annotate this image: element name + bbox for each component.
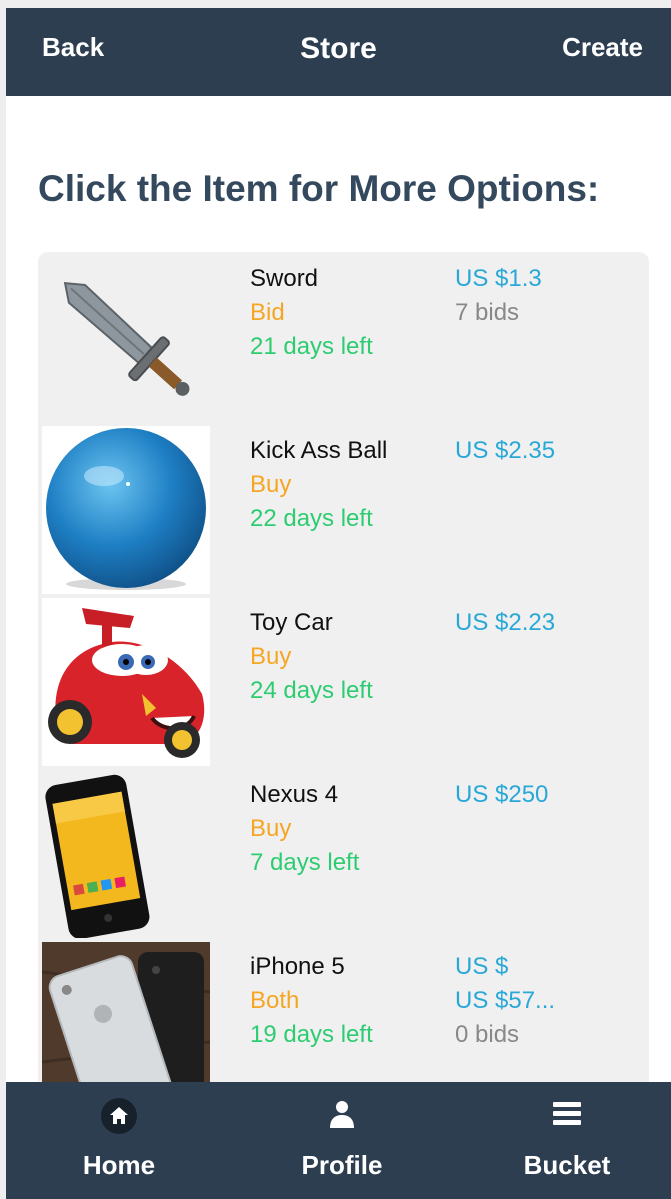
menu-icon xyxy=(456,1096,671,1132)
tab-label: Bucket xyxy=(523,1150,611,1180)
top-navigation-bar: Back Store Create xyxy=(6,8,671,96)
list-item-ball[interactable]: Kick Ass Ball Buy 22 days left US $2.35 xyxy=(38,424,649,596)
item-name: Nexus 4 xyxy=(250,781,339,808)
tab-home[interactable]: Home xyxy=(8,1082,230,1199)
item-sale-type: Both xyxy=(250,987,300,1014)
item-sale-type: Buy xyxy=(250,471,292,498)
item-price: US $2.35 xyxy=(455,437,556,464)
item-days-left: 7 days left xyxy=(250,849,360,876)
item-sale-type: Bid xyxy=(250,299,285,326)
item-prices: US $2.23 xyxy=(455,606,555,640)
create-button[interactable]: Create xyxy=(562,32,643,63)
home-icon xyxy=(8,1096,230,1134)
item-sale-type: Buy xyxy=(250,815,292,842)
item-name: Kick Ass Ball xyxy=(250,437,388,464)
bottom-tab-bar: Home Profile Bucket xyxy=(6,1082,671,1199)
item-price: US $1.3 xyxy=(455,265,542,292)
tab-profile[interactable]: Profile xyxy=(231,1082,453,1199)
item-name: iPhone 5 xyxy=(250,953,345,980)
tab-label: Home xyxy=(82,1150,156,1180)
phone-image xyxy=(42,770,210,938)
item-info: Nexus 4 Buy 7 days left xyxy=(250,778,359,880)
user-icon xyxy=(231,1096,453,1132)
ball-image xyxy=(42,426,210,594)
item-info: Sword Bid 21 days left xyxy=(250,262,373,364)
item-name: Sword xyxy=(250,265,319,292)
app-screen: Back Store Create Click the Item for Mor… xyxy=(6,8,671,1199)
item-bid-count: 0 bids xyxy=(455,1021,520,1048)
item-bid-count: 7 bids xyxy=(455,299,520,326)
tab-bucket[interactable]: Bucket xyxy=(456,1082,671,1199)
item-prices: US $2.35 xyxy=(455,434,555,468)
item-prices: US $250 xyxy=(455,778,548,812)
item-bid-price: US $57... xyxy=(455,987,556,1014)
item-name: Toy Car xyxy=(250,609,333,636)
item-price: US $250 xyxy=(455,781,549,808)
section-heading: Click the Item for More Options: xyxy=(38,168,600,209)
item-days-left: 24 days left xyxy=(250,677,373,704)
item-days-left: 19 days left xyxy=(250,1021,373,1048)
list-item-sword[interactable]: Sword Bid 21 days left US $1.3 7 bids xyxy=(38,252,649,424)
item-info: Toy Car Buy 24 days left xyxy=(250,606,373,708)
item-days-left: 22 days left xyxy=(250,505,373,532)
item-prices: US $1.3 7 bids xyxy=(455,262,542,330)
toy-car-image xyxy=(42,598,210,766)
item-info: iPhone 5 Both 19 days left xyxy=(250,950,373,1052)
list-item-nexus-4[interactable]: Nexus 4 Buy 7 days left US $250 xyxy=(38,768,649,940)
item-price: US $2.23 xyxy=(455,609,556,636)
item-days-left: 21 days left xyxy=(250,333,373,360)
item-buy-price: US $ xyxy=(455,953,509,980)
tab-label: Profile xyxy=(301,1150,383,1180)
sword-image xyxy=(42,254,210,422)
item-info: Kick Ass Ball Buy 22 days left xyxy=(250,434,387,536)
list-item-toy-car[interactable]: Toy Car Buy 24 days left US $2.23 xyxy=(38,596,649,768)
item-prices: US $ US $57... 0 bids xyxy=(455,950,555,1052)
item-list: Sword Bid 21 days left US $1.3 7 bids Ki… xyxy=(38,252,649,1112)
item-sale-type: Buy xyxy=(250,643,292,670)
